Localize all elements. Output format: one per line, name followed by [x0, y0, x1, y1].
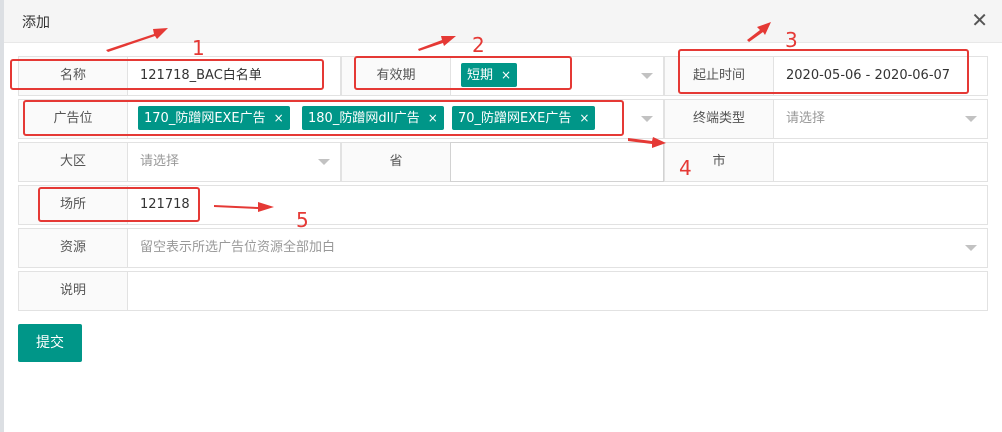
ad-position-tag: 170_防蹭网EXE广告 × — [138, 106, 290, 130]
terminal-type-placeholder: 请选择 — [786, 111, 826, 126]
venue-input[interactable]: 121718 — [127, 185, 988, 225]
dialog-title: 添加 — [22, 15, 50, 31]
resource-label: 资源 — [18, 228, 128, 268]
chevron-down-icon — [641, 116, 653, 122]
annotation-number-5: 5 — [296, 208, 309, 232]
name-label: 名称 — [18, 56, 128, 96]
chevron-down-icon — [965, 116, 977, 122]
province-label: 省 — [341, 142, 451, 182]
terminal-type-label: 终端类型 — [664, 99, 774, 139]
ad-position-tag-label: 180_防蹭网dll广告 — [308, 111, 420, 126]
close-icon[interactable]: ✕ — [971, 9, 988, 31]
ad-position-tag: 70_防蹭网EXE广告 × — [452, 106, 596, 130]
city-select[interactable] — [773, 142, 988, 182]
ad-position-tag-label: 70_防蹭网EXE广告 — [458, 111, 572, 126]
tag-remove-icon[interactable]: × — [501, 68, 511, 82]
validity-tag-label: 短期 — [467, 68, 494, 83]
annotation-number-3: 3 — [785, 28, 798, 52]
description-input[interactable] — [127, 271, 988, 311]
period-label: 起止时间 — [664, 56, 774, 96]
tag-remove-icon[interactable]: × — [428, 111, 438, 125]
ad-position-select[interactable]: 170_防蹭网EXE广告 × 180_防蹭网dll广告 × 70_防蹭网EXE广告 × — [127, 99, 664, 139]
submit-button[interactable]: 提交 — [18, 324, 82, 362]
annotation-number-1: 1 — [192, 36, 205, 60]
chevron-down-icon — [641, 73, 653, 79]
name-input[interactable]: 121718_BAC白名单 — [127, 56, 341, 96]
description-label: 说明 — [18, 271, 128, 311]
region-select[interactable]: 请选择 — [127, 142, 341, 182]
chevron-down-icon — [965, 245, 977, 251]
tag-remove-icon[interactable]: × — [274, 111, 284, 125]
province-select[interactable] — [450, 142, 664, 182]
background-strip — [0, 0, 4, 432]
period-input[interactable]: 2020-05-06 - 2020-06-07 — [773, 56, 988, 96]
region-label: 大区 — [18, 142, 128, 182]
ad-position-tag-label: 170_防蹭网EXE广告 — [144, 111, 266, 126]
venue-label: 场所 — [18, 185, 128, 225]
dialog-titlebar: 添加 ✕ — [0, 0, 1002, 43]
validity-tag: 短期 × — [461, 63, 518, 87]
ad-position-label: 广告位 — [18, 99, 128, 139]
validity-label: 有效期 — [341, 56, 451, 96]
add-dialog: 添加 ✕ 名称 121718_BAC白名单 有效期 短期 × 起止时间 2020-… — [0, 0, 1002, 432]
chevron-down-icon — [318, 159, 330, 165]
ad-position-tag: 180_防蹭网dll广告 × — [302, 106, 444, 130]
annotation-number-4: 4 — [679, 156, 692, 180]
resource-select[interactable]: 留空表示所选广告位资源全部加白 — [127, 228, 988, 268]
region-placeholder: 请选择 — [140, 154, 180, 169]
validity-select[interactable]: 短期 × — [450, 56, 664, 96]
resource-placeholder: 留空表示所选广告位资源全部加白 — [140, 240, 336, 255]
terminal-type-select[interactable]: 请选择 — [773, 99, 988, 139]
tag-remove-icon[interactable]: × — [579, 111, 589, 125]
annotation-number-2: 2 — [472, 33, 485, 57]
